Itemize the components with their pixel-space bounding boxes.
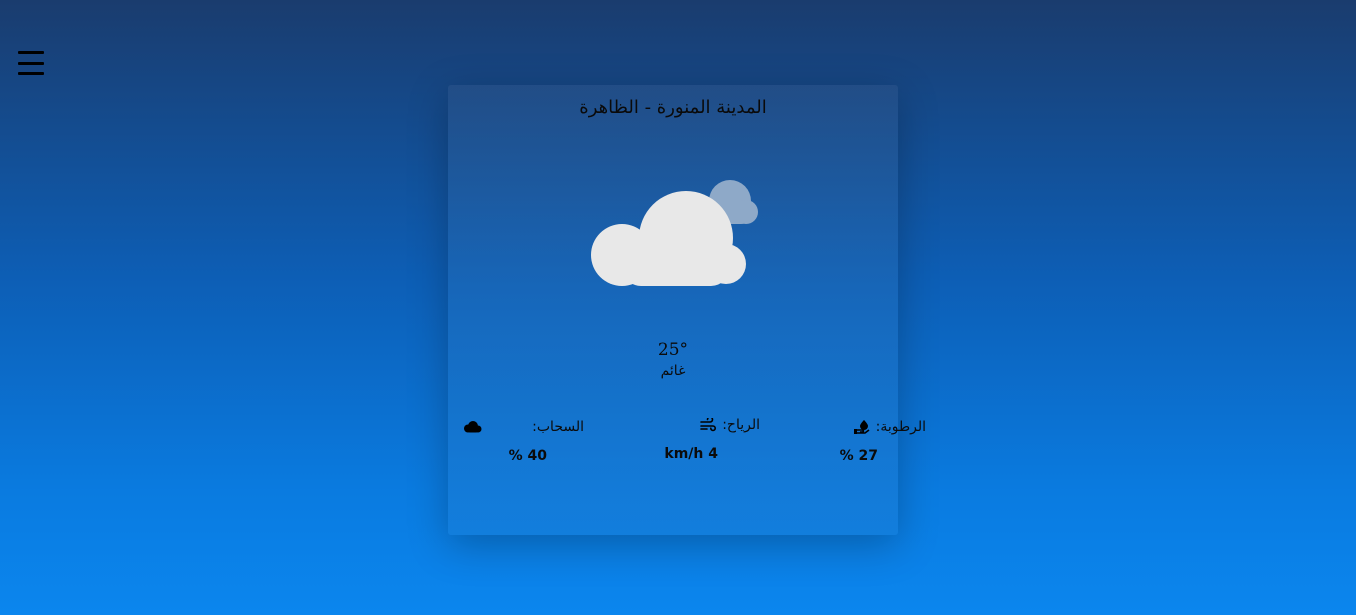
wind-label: الرياح:	[722, 417, 760, 433]
wind-icon	[700, 418, 717, 432]
wind-value: 4 km/h	[664, 446, 718, 462]
clouds-label: السحاب:	[532, 419, 584, 435]
weather-stats: الرطوبة: 27 % الرياح: 4 km/h السحاب: 40 …	[448, 415, 926, 475]
weather-card: المدينة المنورة - الظاهرة 25° غائم الرطو…	[448, 85, 926, 535]
menu-bar-top	[18, 51, 44, 54]
weather-condition: غائم	[660, 363, 686, 379]
menu-bar-middle	[18, 61, 44, 65]
clouds-stat: السحاب: 40 %	[464, 419, 584, 464]
city-title: المدينة المنورة - الظاهرة	[579, 97, 767, 118]
cloud-icon	[464, 421, 482, 433]
wind-stat: الرياح: 4 km/h	[640, 417, 760, 462]
humidity-value: 27 %	[839, 448, 878, 464]
humidity-hand-droplet-icon	[853, 420, 870, 434]
menu-bar-bottom	[18, 72, 44, 75]
hamburger-menu-icon[interactable]	[18, 49, 44, 77]
temperature-value: 25°	[657, 340, 689, 360]
clouds-value: 40 %	[508, 448, 547, 464]
humidity-stat: الرطوبة: 27 %	[806, 419, 926, 464]
partly-cloudy-icon	[591, 180, 758, 286]
humidity-label: الرطوبة:	[875, 419, 926, 435]
